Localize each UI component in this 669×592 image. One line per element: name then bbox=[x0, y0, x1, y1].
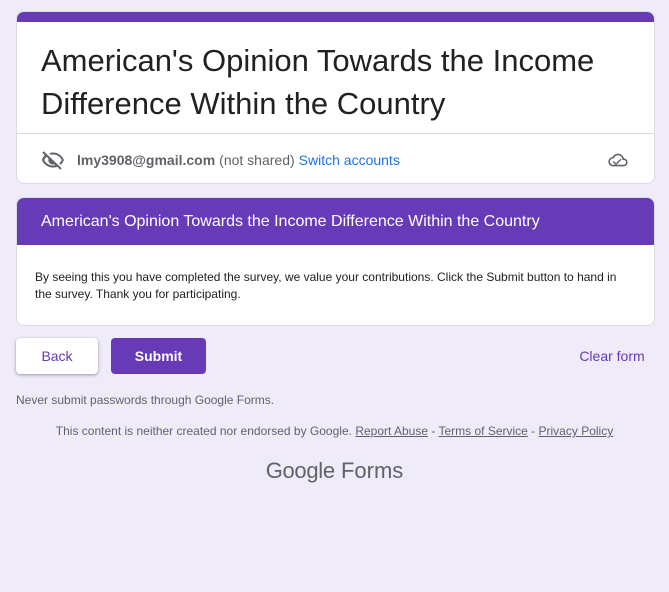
account-email: lmy3908@gmail.com bbox=[77, 151, 216, 168]
password-warning: Never submit passwords through Google Fo… bbox=[16, 393, 275, 407]
accent-bar bbox=[17, 12, 654, 22]
footer-separator: - bbox=[527, 424, 539, 438]
footer-separator: - bbox=[428, 424, 439, 438]
back-button[interactable]: Back bbox=[16, 338, 98, 374]
google-forms-logo[interactable]: Google Forms bbox=[0, 458, 669, 484]
privacy-policy-link[interactable]: Privacy Policy bbox=[539, 424, 614, 438]
account-row: lmy3908@gmail.com (not shared) Switch ac… bbox=[17, 133, 654, 183]
form-header-card: American's Opinion Towards the Income Di… bbox=[16, 11, 655, 184]
switch-accounts-link[interactable]: Switch accounts bbox=[299, 152, 400, 168]
disclaimer-text: This content is neither created nor endo… bbox=[55, 424, 352, 438]
terms-of-service-link[interactable]: Terms of Service bbox=[438, 424, 527, 438]
not-shared-label: (not shared) bbox=[219, 151, 295, 168]
logo-google-text: Google bbox=[265, 458, 335, 483]
section-description: By seeing this you have completed the su… bbox=[35, 270, 617, 301]
section-header: American's Opinion Towards the Income Di… bbox=[17, 198, 654, 245]
footer-disclaimer: This content is neither created nor endo… bbox=[0, 424, 669, 438]
clear-form-button[interactable]: Clear form bbox=[568, 338, 656, 374]
section-card: American's Opinion Towards the Income Di… bbox=[16, 197, 655, 326]
eye-off-icon bbox=[41, 148, 65, 172]
report-abuse-link[interactable]: Report Abuse bbox=[355, 424, 428, 438]
submit-button[interactable]: Submit bbox=[111, 338, 206, 374]
cloud-saved-icon[interactable] bbox=[606, 148, 630, 172]
logo-forms-text: Forms bbox=[340, 458, 404, 483]
form-title: American's Opinion Towards the Income Di… bbox=[41, 43, 595, 121]
